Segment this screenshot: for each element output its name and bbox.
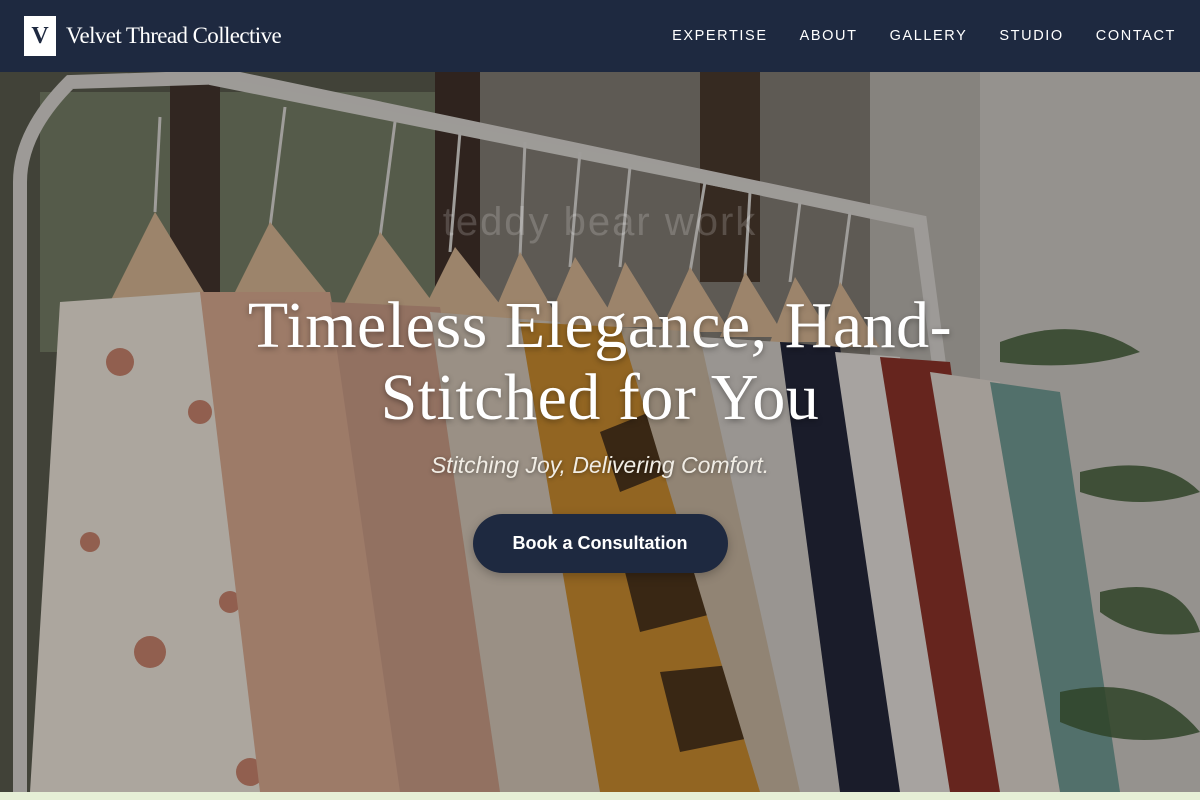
next-section-edge xyxy=(0,792,1200,800)
hero-section: teddy bear work Timeless Elegance, Hand-… xyxy=(0,72,1200,792)
nav-link-studio[interactable]: STUDIO xyxy=(999,28,1063,44)
book-consultation-button[interactable]: Book a Consultation xyxy=(472,514,728,573)
nav-link-about[interactable]: ABOUT xyxy=(800,28,858,44)
main-navigation: EXPERTISE ABOUT GALLERY STUDIO CONTACT xyxy=(672,28,1176,44)
nav-link-contact[interactable]: CONTACT xyxy=(1096,28,1176,44)
brand-name: Velvet Thread Collective xyxy=(66,23,282,48)
site-header: V Velvet Thread Collective EXPERTISE ABO… xyxy=(0,0,1200,72)
hero-title: Timeless Elegance, Hand-Stitched for You xyxy=(247,289,953,434)
brand-logo-link[interactable]: V Velvet Thread Collective xyxy=(24,16,282,56)
hero-subtitle: Stitching Joy, Delivering Comfort. xyxy=(430,452,770,478)
logo-mark: V xyxy=(24,16,56,56)
hero-content: Timeless Elegance, Hand-Stitched for You… xyxy=(0,290,1200,573)
nav-link-gallery[interactable]: GALLERY xyxy=(890,28,968,44)
nav-link-expertise[interactable]: EXPERTISE xyxy=(672,28,768,44)
